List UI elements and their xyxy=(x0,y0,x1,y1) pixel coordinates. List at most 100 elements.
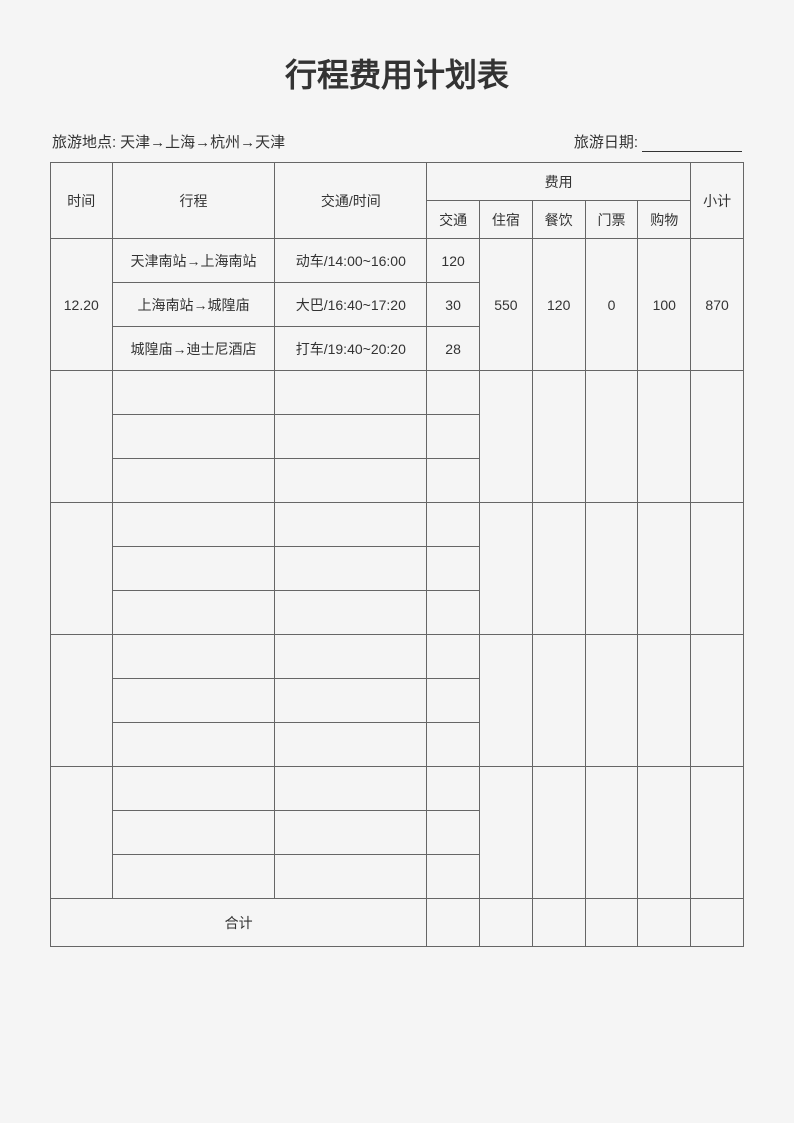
cell-date xyxy=(51,635,113,767)
cell-transport xyxy=(275,371,427,415)
cell-route: 城隍庙→迪士尼酒店 xyxy=(112,327,275,371)
cell-transport xyxy=(275,679,427,723)
cell-transport xyxy=(275,459,427,503)
expense-table: 时间 行程 交通/时间 费用 小计 交通 住宿 餐饮 门票 购物 12.20天津… xyxy=(50,162,744,947)
cell-date xyxy=(51,503,113,635)
cell-food xyxy=(532,767,585,899)
cell-transport xyxy=(275,811,427,855)
cell-transport xyxy=(275,415,427,459)
cell-cost-transport xyxy=(427,503,480,547)
cell-cost-transport xyxy=(427,547,480,591)
cell-lodging xyxy=(479,503,532,635)
total-ticket xyxy=(585,899,638,947)
cell-subtotal xyxy=(691,635,744,767)
cell-transport xyxy=(275,503,427,547)
cell-food xyxy=(532,503,585,635)
cell-date xyxy=(51,767,113,899)
cell-cost-transport xyxy=(427,415,480,459)
cell-shopping xyxy=(638,503,691,635)
table-row xyxy=(51,503,744,547)
total-food xyxy=(532,899,585,947)
cell-cost-transport xyxy=(427,635,480,679)
cell-transport xyxy=(275,547,427,591)
cell-ticket: 0 xyxy=(585,239,638,371)
header-cost-transport: 交通 xyxy=(427,201,480,239)
cell-cost-transport xyxy=(427,591,480,635)
cell-transport: 大巴/16:40~17:20 xyxy=(275,283,427,327)
cell-cost-transport xyxy=(427,855,480,899)
cell-shopping xyxy=(638,635,691,767)
cell-lodging xyxy=(479,635,532,767)
cell-transport xyxy=(275,591,427,635)
cell-route xyxy=(112,679,275,723)
cell-ticket xyxy=(585,767,638,899)
header-subtotal: 小计 xyxy=(691,163,744,239)
header-cost-shopping: 购物 xyxy=(638,201,691,239)
table-row: 12.20天津南站→上海南站动车/14:00~16:00120550120010… xyxy=(51,239,744,283)
cell-cost-transport xyxy=(427,767,480,811)
date-label: 旅游日期: xyxy=(574,131,638,152)
cell-cost-transport: 28 xyxy=(427,327,480,371)
cell-food: 120 xyxy=(532,239,585,371)
table-row xyxy=(51,635,744,679)
cell-transport: 打车/19:40~20:20 xyxy=(275,327,427,371)
header-cost: 费用 xyxy=(427,163,691,201)
cell-route xyxy=(112,591,275,635)
cell-transport xyxy=(275,767,427,811)
cell-lodging xyxy=(479,767,532,899)
header-cost-food: 餐饮 xyxy=(532,201,585,239)
cell-route: 上海南站→城隍庙 xyxy=(112,283,275,327)
cell-subtotal xyxy=(691,371,744,503)
cell-subtotal xyxy=(691,503,744,635)
cell-route: 天津南站→上海南站 xyxy=(112,239,275,283)
cell-transport xyxy=(275,855,427,899)
cell-lodging: 550 xyxy=(479,239,532,371)
cell-food xyxy=(532,635,585,767)
cell-route xyxy=(112,811,275,855)
cell-ticket xyxy=(585,371,638,503)
table-row xyxy=(51,371,744,415)
cell-transport xyxy=(275,723,427,767)
cell-route xyxy=(112,459,275,503)
cell-cost-transport xyxy=(427,723,480,767)
cell-lodging xyxy=(479,371,532,503)
total-shopping xyxy=(638,899,691,947)
cell-cost-transport xyxy=(427,459,480,503)
page-title: 行程费用计划表 xyxy=(50,50,744,96)
cell-food xyxy=(532,371,585,503)
cell-transport xyxy=(275,635,427,679)
cell-date xyxy=(51,371,113,503)
date-info: 旅游日期: xyxy=(574,131,742,152)
cell-route xyxy=(112,547,275,591)
cell-cost-transport: 30 xyxy=(427,283,480,327)
cell-subtotal: 870 xyxy=(691,239,744,371)
cell-shopping xyxy=(638,371,691,503)
cell-route xyxy=(112,371,275,415)
cell-cost-transport xyxy=(427,679,480,723)
header-cost-ticket: 门票 xyxy=(585,201,638,239)
cell-cost-transport xyxy=(427,371,480,415)
cell-route xyxy=(112,503,275,547)
total-transport xyxy=(427,899,480,947)
cell-route xyxy=(112,855,275,899)
cell-route xyxy=(112,723,275,767)
cell-subtotal xyxy=(691,767,744,899)
cell-shopping: 100 xyxy=(638,239,691,371)
cell-cost-transport: 120 xyxy=(427,239,480,283)
cell-route xyxy=(112,635,275,679)
total-row: 合计 xyxy=(51,899,744,947)
cell-route xyxy=(112,415,275,459)
cell-date: 12.20 xyxy=(51,239,113,371)
header-cost-lodging: 住宿 xyxy=(479,201,532,239)
cell-route xyxy=(112,767,275,811)
location-label: 旅游地点: xyxy=(52,131,116,152)
cell-shopping xyxy=(638,767,691,899)
header-transport: 交通/时间 xyxy=(275,163,427,239)
total-label: 合计 xyxy=(51,899,427,947)
cell-cost-transport xyxy=(427,811,480,855)
info-row: 旅游地点: 天津→上海→杭州→天津 旅游日期: xyxy=(50,131,744,152)
total-subtotal xyxy=(691,899,744,947)
total-lodging xyxy=(479,899,532,947)
table-row xyxy=(51,767,744,811)
date-value-line xyxy=(642,137,742,152)
